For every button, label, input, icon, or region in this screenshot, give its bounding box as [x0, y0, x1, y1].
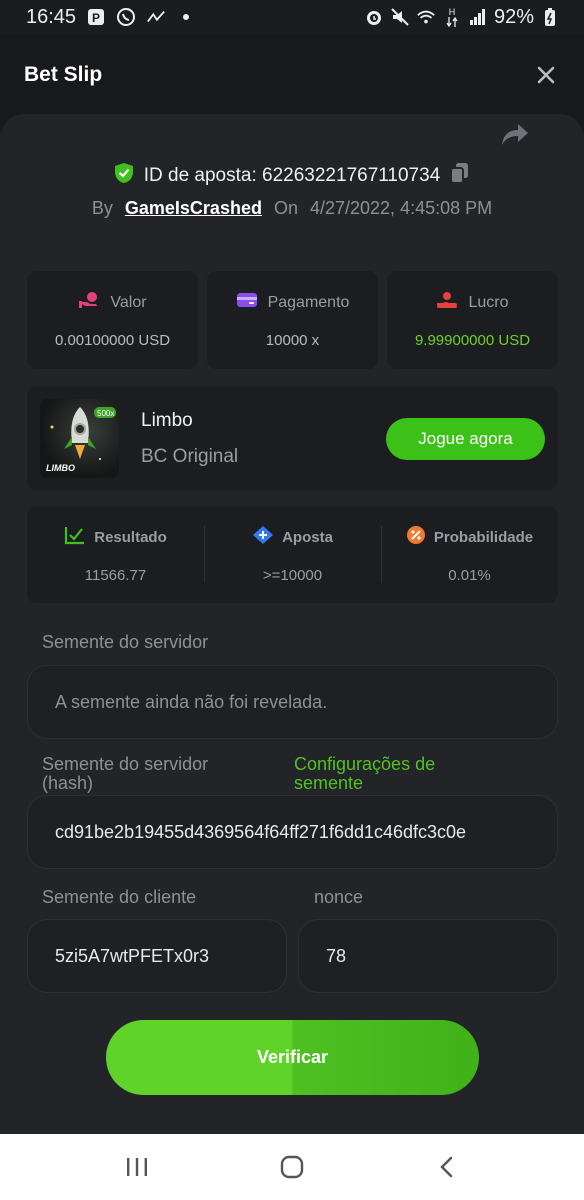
game-card: 500x LIMBO Limbo BC Original Jogue agora	[27, 386, 558, 490]
alarm-icon	[364, 7, 384, 27]
signal-trend-icon	[146, 7, 166, 27]
money-hand-icon	[78, 291, 100, 314]
percent-icon	[406, 525, 426, 549]
result-chart-icon	[64, 525, 86, 549]
bet-id: ID de aposta: 62263221767110734	[143, 165, 441, 186]
svg-text:P: P	[92, 11, 100, 25]
whatsapp-icon	[116, 7, 136, 27]
result-label: Aposta	[282, 528, 333, 546]
stat-label: Pagamento	[267, 293, 350, 311]
stat-value: 10000 x	[265, 332, 320, 349]
share-icon[interactable]	[500, 122, 532, 152]
play-now-button[interactable]: Jogue agora	[386, 418, 545, 460]
client-seed-label: Semente do cliente	[42, 887, 197, 907]
close-icon[interactable]	[532, 61, 560, 89]
username-link[interactable]: GameIsCrashed	[125, 198, 262, 219]
nonce-field[interactable]: 78	[298, 919, 558, 993]
server-seed-hash-label: Semente do servidor (hash)	[42, 754, 209, 793]
dot-icon	[176, 7, 196, 27]
stat-lucro: Lucro 9.99900000 USD	[387, 271, 558, 369]
client-seed-field[interactable]: 5zi5A7wtPFETx0r3	[27, 919, 287, 993]
server-seed-hash-field[interactable]: cd91be2b19455d4369564f64ff271f6dd1c46dfc…	[27, 795, 558, 869]
stat-label: Lucro	[468, 293, 509, 311]
home-icon[interactable]	[272, 1147, 312, 1187]
shield-check-icon	[114, 162, 134, 190]
bet-stats: Valor 0.00100000 USD Pagamento 10000 x L…	[27, 271, 558, 369]
copy-icon[interactable]	[450, 162, 470, 190]
bet-tag-icon	[252, 525, 274, 549]
limbo-thumbnail[interactable]: 500x LIMBO	[40, 399, 119, 478]
result-value: >=10000	[262, 567, 323, 584]
server-seed-field[interactable]: A semente ainda não foi revelada.	[27, 665, 558, 739]
result-value: 11566.77	[84, 567, 147, 584]
stat-valor: Valor 0.00100000 USD	[27, 271, 198, 369]
result-value: 0.01%	[448, 567, 491, 584]
seed-settings-link[interactable]: Configurações de semente	[294, 755, 494, 793]
cell-signal-icon	[468, 7, 488, 27]
nonce-label: nonce	[314, 887, 364, 907]
stat-pagamento: Pagamento 10000 x	[207, 271, 378, 369]
thumb-text: LIMBO	[46, 463, 75, 473]
game-name: Limbo	[141, 410, 193, 431]
server-seed-label: Semente do servidor	[42, 632, 209, 652]
battery-percent: 92%	[493, 5, 534, 28]
system-nav-bar	[0, 1134, 584, 1200]
result-card: Resultado 11566.77 Aposta >=10000 Probab…	[27, 506, 558, 603]
network-type-label: H	[448, 6, 456, 17]
recent-apps-icon[interactable]	[117, 1147, 157, 1187]
result-label: Resultado	[94, 528, 167, 546]
result-aposta: Aposta >=10000	[204, 506, 381, 603]
data-arrows-icon: H	[442, 7, 462, 27]
bet-datetime: 4/27/2022, 4:45:08 PM	[309, 198, 493, 218]
status-time: 16:45	[26, 5, 77, 28]
bet-id-row: ID de aposta: 62263221767110734	[0, 162, 584, 190]
by-label: By	[91, 198, 113, 218]
wallet-icon	[236, 291, 258, 314]
battery-icon	[540, 7, 560, 27]
game-provider: BC Original	[141, 446, 239, 467]
result-probabilidade: Probabilidade 0.01%	[381, 506, 558, 603]
status-bar: 16:45 P H 92%	[0, 0, 584, 34]
result-resultado: Resultado 11566.77	[27, 506, 204, 603]
parking-icon: P	[86, 7, 106, 27]
stat-label: Valor	[110, 293, 147, 311]
result-label: Probabilidade	[433, 528, 534, 546]
wifi-icon	[416, 7, 436, 27]
thumb-badge: 500x	[97, 409, 114, 418]
mute-icon	[390, 7, 410, 27]
on-label: On	[273, 198, 298, 218]
page-title: Bet Slip	[24, 63, 103, 86]
stat-value: 0.00100000 USD	[54, 332, 171, 349]
bet-details-panel: ID de aposta: 62263221767110734 By GameI…	[0, 114, 584, 1134]
bet-slip-header: Bet Slip	[0, 34, 584, 116]
bet-byline: By GameIsCrashed On 4/27/2022, 4:45:08 P…	[0, 198, 584, 219]
back-icon[interactable]	[427, 1147, 467, 1187]
profit-hand-icon	[436, 291, 458, 314]
stat-value: 9.99900000 USD	[414, 332, 531, 349]
verify-button[interactable]: Verificar	[106, 1020, 479, 1095]
